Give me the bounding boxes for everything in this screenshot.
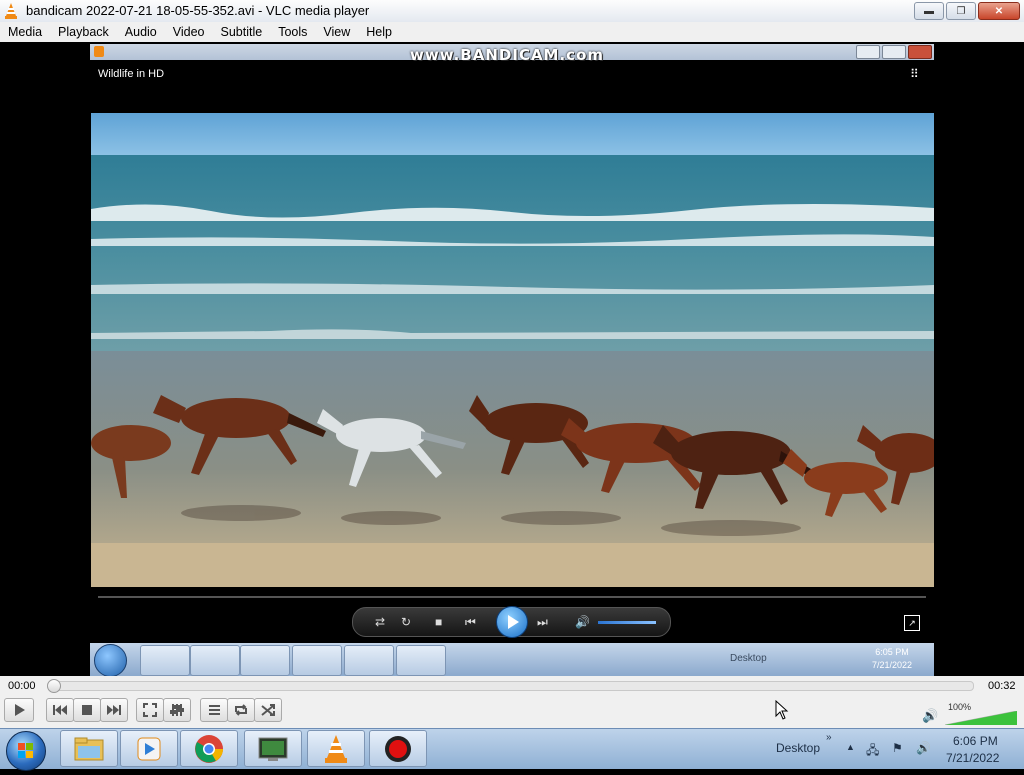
extended-settings-button[interactable] xyxy=(163,698,191,722)
minimize-button[interactable]: ▬ xyxy=(914,2,944,20)
bandicam-icon xyxy=(385,735,411,762)
extended-settings-icon xyxy=(170,704,184,716)
video-overlay-title: Wildlife in HD xyxy=(98,68,165,80)
vlc-icon xyxy=(5,3,17,19)
recorded-start-icon xyxy=(94,644,127,677)
seek-handle[interactable] xyxy=(47,679,61,693)
time-total[interactable]: 00:32 xyxy=(988,680,1016,692)
next-icon xyxy=(107,705,121,715)
window-title: bandicam 2022-07-21 18-05-55-352.avi - V… xyxy=(26,3,370,18)
recorded-volume-slider xyxy=(598,621,656,624)
recorded-volume-icon: 🔊 xyxy=(575,615,590,629)
menu-view[interactable]: View xyxy=(315,25,358,39)
recorded-maximize-icon xyxy=(882,45,906,59)
vlc-icon xyxy=(325,734,347,763)
clock-time[interactable]: 6:06 PM xyxy=(953,734,998,748)
previous-button[interactable] xyxy=(46,698,74,722)
menu-subtitle[interactable]: Subtitle xyxy=(213,25,271,39)
close-button[interactable]: ✕ xyxy=(978,2,1020,20)
video-frame xyxy=(91,113,934,587)
recorded-clock-time: 6:05 PM xyxy=(875,647,909,657)
title-bar: bandicam 2022-07-21 18-05-55-352.avi - V… xyxy=(0,0,1024,23)
recorded-stop-icon: ■ xyxy=(435,615,443,629)
taskbar: Desktop » ▲ 🖧 ⚑ 🔊 6:06 PM 7/21/2022 xyxy=(0,728,1024,771)
fullscreen-icon xyxy=(143,703,157,717)
media-player-icon xyxy=(137,737,161,760)
recorded-media-player-icon xyxy=(190,645,240,676)
time-elapsed: 00:00 xyxy=(8,680,36,692)
shuffle-button[interactable] xyxy=(254,698,282,722)
chrome-icon xyxy=(195,734,223,763)
taskbar-explorer-button[interactable] xyxy=(60,730,118,767)
taskbar-chrome-button[interactable] xyxy=(180,730,238,767)
mouse-cursor-icon xyxy=(775,700,789,720)
next-button[interactable] xyxy=(100,698,128,722)
exit-fullscreen-icon: ⠿ xyxy=(910,67,919,81)
terminal-icon xyxy=(258,737,288,761)
recorded-bandicam-icon xyxy=(396,645,446,676)
recorded-minimize-icon xyxy=(856,45,880,59)
recorded-next-icon: ⏭ xyxy=(537,615,548,629)
file-explorer-icon xyxy=(74,737,104,760)
menu-playback[interactable]: Playback xyxy=(50,25,117,39)
menu-video[interactable]: Video xyxy=(165,25,213,39)
playlist-button[interactable] xyxy=(200,698,228,722)
taskbar-vlc-button[interactable] xyxy=(307,730,365,767)
menu-audio[interactable]: Audio xyxy=(117,25,165,39)
loop-button[interactable] xyxy=(227,698,255,722)
menu-help[interactable]: Help xyxy=(358,25,400,39)
windows-logo-icon xyxy=(18,743,33,758)
tray-expand-icon[interactable]: ▲ xyxy=(846,742,855,752)
taskbar-terminal-button[interactable] xyxy=(244,730,302,767)
recorded-play-icon xyxy=(496,606,528,638)
previous-icon xyxy=(53,705,67,715)
shuffle-icon xyxy=(261,704,275,716)
recorded-previous-icon: ⏮ xyxy=(465,615,476,629)
taskbar-media-player-button[interactable] xyxy=(120,730,178,767)
taskbar-bandicam-button[interactable] xyxy=(369,730,427,767)
recorded-control-bar: ⇄ ↻ ■ ⏮ ⏭ 🔊 xyxy=(352,606,671,638)
volume-speaker-icon[interactable]: 🔊 xyxy=(922,708,938,724)
network-icon[interactable]: 🖧 xyxy=(866,741,879,762)
volume-tray-icon[interactable]: 🔊 xyxy=(916,741,931,755)
menu-bar: Media Playback Audio Video Subtitle Tool… xyxy=(0,22,1024,42)
play-button[interactable] xyxy=(4,698,34,722)
menu-tools[interactable]: Tools xyxy=(270,25,315,39)
recorded-seek-bar xyxy=(98,596,926,598)
stop-button[interactable] xyxy=(73,698,101,722)
start-button[interactable] xyxy=(6,731,46,771)
action-center-icon[interactable]: ⚑ xyxy=(892,741,903,755)
recorded-explorer-icon xyxy=(140,645,190,676)
desktop-toolbar-label[interactable]: Desktop xyxy=(776,741,820,755)
recorded-desktop-label: Desktop xyxy=(730,653,767,664)
recorded-terminal-icon xyxy=(292,645,342,676)
recorded-shuffle-icon: ⇄ xyxy=(375,615,386,629)
recorded-vlc-icon xyxy=(344,645,394,676)
playlist-icon xyxy=(209,705,220,715)
recorded-taskbar: Desktop 6:05 PM 7/21/2022 xyxy=(90,643,934,677)
control-panel: 00:00 00:32 🔊 100% xyxy=(0,676,1024,728)
volume-slider[interactable] xyxy=(945,711,1017,725)
menu-media[interactable]: Media xyxy=(0,25,50,39)
maximize-button[interactable]: ❐ xyxy=(946,2,976,20)
recorded-close-icon xyxy=(908,45,932,59)
media-player-icon xyxy=(94,46,104,57)
seek-bar[interactable] xyxy=(47,679,974,693)
recorded-chrome-icon xyxy=(240,645,290,676)
loop-icon xyxy=(235,704,247,716)
recorded-repeat-icon: ↻ xyxy=(401,615,412,629)
clock-date[interactable]: 7/21/2022 xyxy=(946,751,999,765)
recorded-clock-date: 7/21/2022 xyxy=(872,660,913,670)
fullscreen-button[interactable] xyxy=(136,698,164,722)
recorded-expand-icon: ↗ xyxy=(904,615,920,631)
recorded-clock: 6:05 PM 7/21/2022 xyxy=(872,646,912,672)
bandicam-watermark: www.BANDICAM.com xyxy=(410,46,605,64)
play-icon xyxy=(15,704,25,716)
stop-icon xyxy=(82,705,92,715)
toolbar-chevron-icon[interactable]: » xyxy=(826,732,832,743)
